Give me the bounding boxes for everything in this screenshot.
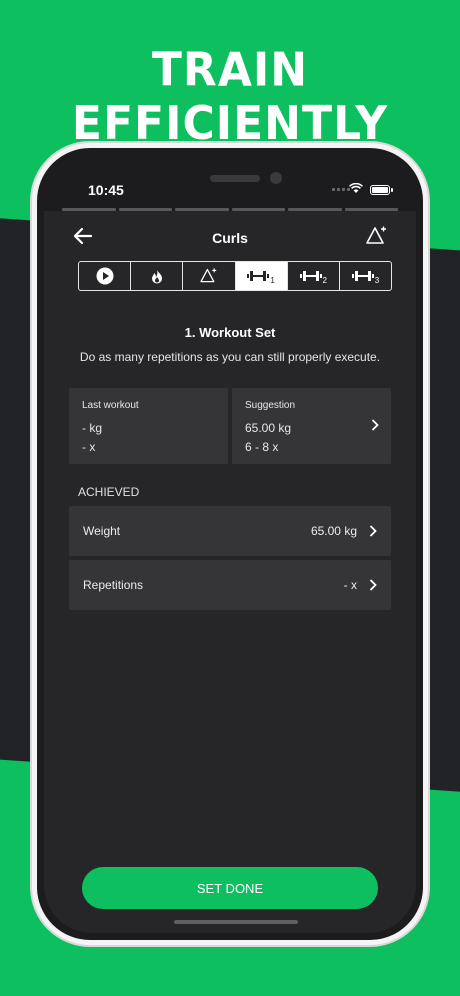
play-icon [96,267,114,285]
cellular-signal-icon [332,188,350,191]
status-bar: 10:45 [44,155,416,211]
repetitions-row[interactable]: Repetitions - x [69,560,391,610]
flame-icon [151,269,162,283]
page-title: Curls [212,230,248,246]
workout-info-cards: Last workout - kg - x Suggestion 65.00 k… [69,388,391,464]
tab-set-2[interactable]: 2 [288,262,340,290]
tab-set-1[interactable]: 1 [235,262,288,290]
status-time: 10:45 [88,182,124,198]
set-progress-bar [62,208,398,211]
last-workout-label: Last workout [82,400,139,411]
set-title: 1. Workout Set [184,325,276,340]
repetitions-value: - x [343,578,357,592]
set-number-label: 3 [374,275,380,285]
battery-icon [370,185,390,195]
triangle-plus-icon[interactable] [366,226,388,246]
set-description: Do as many repetitions as you can still … [79,350,381,364]
last-workout-reps: - x [82,440,96,454]
achieved-section-label: ACHIEVED [78,485,140,499]
set-number-label: 1 [270,275,275,285]
tab-intensity[interactable] [131,262,184,290]
set-done-button[interactable]: SET DONE [82,867,378,909]
weight-label: Weight [83,524,121,538]
home-indicator[interactable] [174,920,298,924]
dumbbell-icon [247,271,270,281]
tab-set-3[interactable]: 3 [340,262,391,290]
tab-warmup[interactable] [79,262,132,290]
battery-nub [391,188,393,192]
last-workout-weight: - kg [82,421,103,435]
weight-row[interactable]: Weight 65.00 kg [69,506,391,556]
repetitions-label: Repetitions [83,578,144,592]
dumbbell-icon [299,271,322,281]
speaker-grille [210,175,260,182]
set-number-label: 2 [322,275,327,285]
dumbbell-icon [351,271,374,281]
app-screen: 10:45 Curls 1 2 3 1. Workout Set Do as m… [44,155,416,933]
chevron-right-icon [371,419,379,431]
wifi-icon [349,183,363,193]
nav-bar: Curls [44,217,416,257]
suggestion-weight: 65.00 kg [245,421,292,435]
chevron-right-icon [369,525,377,537]
suggestion-reps: 6 - 8 x [245,440,279,454]
weight-value: 65.00 kg [310,524,357,538]
suggestion-label: Suggestion [245,400,296,411]
marketing-headline: TRAIN EFFICIENTLY [71,43,389,151]
last-workout-card: Last workout - kg - x [69,388,228,464]
phone-frame: 10:45 Curls 1 2 3 1. Workout Set Do as m… [32,143,428,945]
tab-volume[interactable] [183,262,236,290]
front-camera [270,172,282,184]
chevron-right-icon [369,579,377,591]
triangle-plus-icon [200,268,217,283]
suggestion-card[interactable]: Suggestion 65.00 kg 6 - 8 x [232,388,391,464]
exercise-phase-tabs: 1 2 3 [78,261,392,291]
